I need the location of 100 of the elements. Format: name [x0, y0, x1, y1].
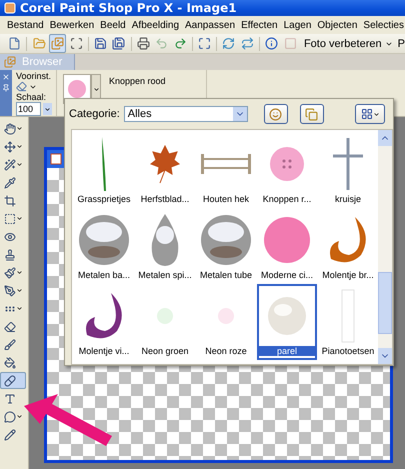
tube-item[interactable]: parel — [257, 284, 317, 360]
repeat-icon — [240, 37, 254, 50]
images-icon — [51, 37, 64, 50]
paintbrush-icon — [4, 266, 16, 278]
enhance-photo-menu[interactable]: Foto verbeteren — [300, 38, 397, 50]
new-file-icon — [8, 37, 22, 50]
tube-label: Metalen tube — [198, 270, 254, 280]
scale-field[interactable]: 100 — [16, 102, 41, 116]
folder-icon — [32, 37, 46, 50]
caret-icon — [44, 106, 51, 112]
info-icon — [265, 37, 278, 50]
eraser-icon[interactable] — [16, 81, 27, 92]
crop-icon — [4, 194, 16, 206]
smiley-icon — [269, 108, 282, 120]
tube-label: Neon roze — [204, 346, 248, 356]
text-icon — [4, 392, 16, 404]
menu-item[interactable]: Bestand — [4, 20, 47, 30]
images-icon — [4, 56, 16, 68]
tube-label: Houten hek — [202, 194, 250, 204]
tube-item[interactable]: Moderne ci... — [257, 208, 317, 284]
save-all-icon — [112, 37, 126, 50]
caret-icon — [16, 413, 23, 420]
selection-icon — [4, 212, 16, 224]
dropper-icon — [4, 176, 16, 188]
stamp-icon — [4, 248, 16, 260]
menu-item[interactable]: Effecten — [238, 20, 281, 30]
caret-icon — [372, 110, 380, 118]
rotate-icon — [222, 37, 236, 50]
tube-label: Pianotoetsen — [320, 346, 376, 356]
tube-item[interactable]: kruisje — [318, 132, 378, 208]
square-icon — [284, 37, 297, 50]
tube-item[interactable]: Metalen ba... — [74, 208, 134, 284]
scale-label: Schaal: — [16, 92, 48, 102]
caret-icon — [92, 86, 100, 92]
tube-label: Metalen ba... — [76, 270, 132, 280]
menu-item[interactable]: Objecten — [314, 20, 360, 30]
caret-icon — [16, 305, 23, 312]
tube-item[interactable]: Metalen tube — [196, 208, 256, 284]
tube-label: Molentje vi... — [78, 346, 130, 356]
spin-button[interactable] — [43, 103, 52, 115]
save-icon — [94, 37, 107, 50]
image-icon — [50, 153, 62, 165]
view-button[interactable] — [355, 104, 385, 124]
tube-label: Knoppen r... — [262, 194, 312, 204]
printer-icon — [136, 37, 150, 50]
menu-item[interactable]: Lagen — [280, 20, 314, 30]
tube-item[interactable]: Molentje br... — [318, 208, 378, 284]
magic-wand-icon — [4, 158, 16, 170]
tube-item[interactable]: Neon groen — [135, 284, 195, 360]
tube-item[interactable]: Houten hek — [196, 132, 256, 208]
menu-item[interactable]: Beeld — [97, 20, 129, 30]
caret-icon — [16, 215, 23, 222]
menu-item[interactable]: Aanpassen — [182, 20, 238, 30]
resize-icon — [198, 37, 212, 50]
paint-bucket-icon — [4, 356, 16, 368]
pin-icon[interactable] — [2, 84, 10, 92]
tube-label: Metalen spi... — [137, 270, 193, 280]
tube-label: Grassprietjes — [76, 194, 132, 204]
menu-item[interactable]: Afbeelding — [128, 20, 182, 30]
undo-icon — [155, 37, 168, 50]
preset-label: Voorinst. — [16, 71, 52, 81]
tool-button[interactable] — [0, 372, 26, 389]
tube-label: Neon groen — [140, 346, 190, 356]
copy-button[interactable] — [300, 104, 324, 124]
button-drawing — [67, 79, 87, 99]
smiley-button[interactable] — [264, 104, 288, 124]
tube-item[interactable]: Metalen spi... — [135, 208, 195, 284]
tube-label: kruisje — [334, 194, 362, 204]
tube-item[interactable]: Molentje vi... — [74, 284, 134, 360]
tube-item[interactable]: Herfstblad... — [135, 132, 195, 208]
window-title: Corel Paint Shop Pro X - Image1 — [20, 1, 237, 15]
tube-item[interactable]: Pianotoetsen — [318, 284, 378, 360]
scrollbar[interactable] — [378, 130, 392, 364]
tube-label: parel — [259, 346, 315, 356]
move-icon — [4, 140, 16, 152]
redo-icon — [174, 37, 187, 50]
caret-icon — [16, 269, 23, 276]
menu-item[interactable]: Bewerken — [46, 20, 98, 30]
caret-icon — [16, 143, 23, 150]
tube-label: Molentje br... — [321, 270, 375, 280]
speech-bubble-icon — [4, 410, 16, 422]
tube-item[interactable]: Knoppen r... — [257, 132, 317, 208]
caret-icon — [16, 125, 23, 132]
tube-label: Moderne ci... — [260, 270, 314, 280]
tab-label: Browser — [22, 56, 62, 68]
caret-icon — [16, 161, 23, 168]
tube-item[interactable]: Neon roze — [196, 284, 256, 360]
tube-label: Herfstblad... — [140, 194, 190, 204]
pencil-icon — [4, 428, 16, 440]
tube-item[interactable]: Grassprietjes — [74, 132, 134, 208]
eraser-icon — [4, 320, 16, 332]
caret-icon — [16, 287, 23, 294]
brush-icon — [4, 338, 16, 350]
menu-item[interactable]: Selecties — [360, 20, 405, 30]
eye-icon — [4, 230, 16, 242]
copy-icon — [305, 108, 318, 120]
close-icon[interactable] — [2, 73, 10, 81]
hand-icon — [4, 122, 16, 134]
category-dropdown[interactable]: Alles — [124, 106, 248, 122]
toolbar-label: P — [398, 38, 405, 50]
